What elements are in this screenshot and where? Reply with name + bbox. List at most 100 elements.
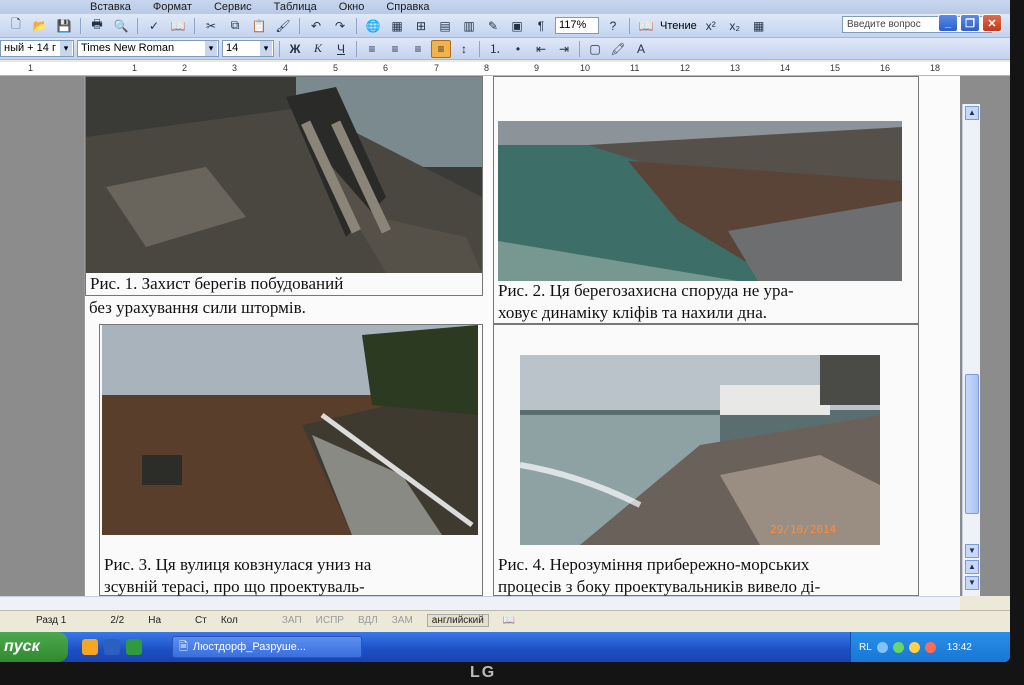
tables-borders-icon[interactable]: ▦: [387, 17, 407, 35]
font-size-select[interactable]: 14: [222, 40, 274, 57]
ruler-tick-label: 6: [383, 63, 389, 73]
figure-1-image: [86, 77, 482, 273]
style-select[interactable]: ный + 14 г: [0, 40, 74, 57]
figure-2-image: [498, 121, 902, 281]
prev-page-icon[interactable]: ▲: [965, 560, 979, 574]
superscript-icon[interactable]: x²: [701, 17, 721, 35]
subscript-icon[interactable]: x₂: [725, 17, 745, 35]
horizontal-ruler[interactable]: 1 1 2 3 4 5 6 7 8 9 10 11 12 13 14 15 16…: [0, 62, 1010, 76]
status-column: Кол: [220, 615, 238, 626]
reading-icon[interactable]: 📖: [636, 17, 656, 35]
ruler-tick-label: 16: [880, 63, 891, 73]
new-document-icon[interactable]: 🗋: [6, 17, 26, 35]
menu-format[interactable]: Формат: [153, 1, 192, 13]
italic-button[interactable]: К: [308, 40, 328, 58]
format-painter-icon[interactable]: 🖌: [273, 17, 293, 35]
ruler-tick-label: 13: [730, 63, 741, 73]
paste-icon[interactable]: 📋: [249, 17, 269, 35]
spelling-status-icon[interactable]: 📖: [503, 615, 515, 626]
menu-window[interactable]: Окно: [339, 1, 365, 13]
cut-icon[interactable]: ✂: [201, 17, 221, 35]
drawing-icon[interactable]: ✎: [483, 17, 503, 35]
volume-icon[interactable]: [908, 641, 920, 653]
table-icon[interactable]: ▦: [749, 17, 769, 35]
show-hide-icon[interactable]: ¶: [531, 17, 551, 35]
scroll-down-icon[interactable]: ▼: [965, 544, 979, 558]
decrease-indent-icon[interactable]: ⇤: [531, 40, 551, 58]
font-color-icon[interactable]: A: [631, 40, 651, 58]
update-icon[interactable]: [924, 641, 936, 653]
copy-icon[interactable]: ⧉: [225, 17, 245, 35]
ruler-tick-label: 8: [484, 63, 490, 73]
increase-indent-icon[interactable]: ⇥: [554, 40, 574, 58]
status-record[interactable]: ЗАП: [282, 615, 302, 626]
taskbar: пуск 🗎 Люстдорф_Разруше... RL 13:42: [0, 632, 1010, 662]
research-icon[interactable]: 📖: [168, 17, 188, 35]
figure-1-caption-line1: Рис. 1. Захист берегів побудований: [90, 274, 344, 293]
figure-4-image: [520, 355, 880, 545]
input-language[interactable]: RL: [859, 642, 872, 653]
menu-help[interactable]: Справка: [386, 1, 429, 13]
document-map-icon[interactable]: ▣: [507, 17, 527, 35]
scroll-thumb[interactable]: [965, 374, 979, 514]
ruler-tick-label: 3: [232, 63, 238, 73]
close-icon[interactable]: ✕: [982, 14, 1002, 32]
borders-icon[interactable]: ▢: [585, 40, 605, 58]
insert-table-icon[interactable]: ⊞: [411, 17, 431, 35]
start-button-label: пуск: [4, 638, 40, 655]
highlight-icon[interactable]: 🖍: [608, 40, 628, 58]
toolbar-separator: [356, 17, 357, 34]
vertical-scrollbar[interactable]: ▲ ▼ ▲ ▼: [962, 104, 980, 596]
word-icon[interactable]: [104, 639, 120, 655]
numbering-icon[interactable]: ⒈: [485, 40, 505, 58]
justify-icon[interactable]: ≡: [431, 39, 451, 58]
restore-icon[interactable]: ❐: [960, 14, 980, 32]
font-select[interactable]: Times New Roman: [77, 40, 219, 57]
menu-bar: Вставка Формат Сервис Таблица Окно Справ…: [0, 0, 1010, 14]
open-icon[interactable]: 📂: [30, 17, 50, 35]
clock[interactable]: 13:42: [947, 642, 972, 653]
print-icon[interactable]: 🖶: [87, 17, 107, 35]
ruler-tick-label: 18: [930, 63, 941, 73]
minimize-icon[interactable]: _: [938, 14, 958, 32]
ruler-tick-label: 2: [182, 63, 188, 73]
figure-1-caption-line2: без урахування сили штормів.: [89, 298, 306, 317]
menu-insert[interactable]: Вставка: [90, 1, 131, 13]
menu-tools[interactable]: Сервис: [214, 1, 252, 13]
print-preview-icon[interactable]: 🔍: [111, 17, 131, 35]
spelling-icon[interactable]: ✓: [144, 17, 164, 35]
document-page: Рис. 1. Захист берегів побудований без у…: [84, 76, 960, 596]
status-track-changes[interactable]: ИСПР: [316, 615, 344, 626]
zoom-select[interactable]: 117%: [555, 17, 599, 34]
taskbar-word-document[interactable]: 🗎 Люстдорф_Разруше...: [172, 636, 362, 658]
save-icon[interactable]: 💾: [54, 17, 74, 35]
hyperlink-icon[interactable]: 🌐: [363, 17, 383, 35]
line-spacing-icon[interactable]: ↕: [454, 40, 474, 58]
status-extend[interactable]: ВДЛ: [358, 615, 378, 626]
figure-3-photo: [102, 325, 478, 535]
figure-4-photo: 29/10/2014: [520, 355, 880, 545]
status-overtype[interactable]: ЗАМ: [392, 615, 413, 626]
underline-button[interactable]: Ч: [331, 40, 351, 58]
next-page-icon[interactable]: ▼: [965, 576, 979, 590]
excel-icon[interactable]: [126, 639, 142, 655]
network-icon[interactable]: [876, 641, 888, 653]
horizontal-scrollbar[interactable]: [0, 596, 960, 610]
scroll-up-icon[interactable]: ▲: [965, 106, 979, 120]
start-button[interactable]: пуск: [0, 632, 68, 662]
browser-icon[interactable]: [82, 639, 98, 655]
bullets-icon[interactable]: •: [508, 40, 528, 58]
redo-icon[interactable]: ↷: [330, 17, 350, 35]
align-right-icon[interactable]: ≡: [408, 40, 428, 58]
undo-icon[interactable]: ↶: [306, 17, 326, 35]
menu-table[interactable]: Таблица: [274, 1, 317, 13]
reading-button-label[interactable]: Чтение: [660, 20, 697, 32]
align-center-icon[interactable]: ≡: [385, 40, 405, 58]
help-icon[interactable]: ?: [603, 17, 623, 35]
columns-icon[interactable]: ▥: [459, 17, 479, 35]
align-left-icon[interactable]: ≡: [362, 40, 382, 58]
status-language[interactable]: английский: [426, 614, 489, 627]
security-icon[interactable]: [892, 641, 904, 653]
insert-excel-icon[interactable]: ▤: [435, 17, 455, 35]
bold-button[interactable]: Ж: [285, 40, 305, 58]
